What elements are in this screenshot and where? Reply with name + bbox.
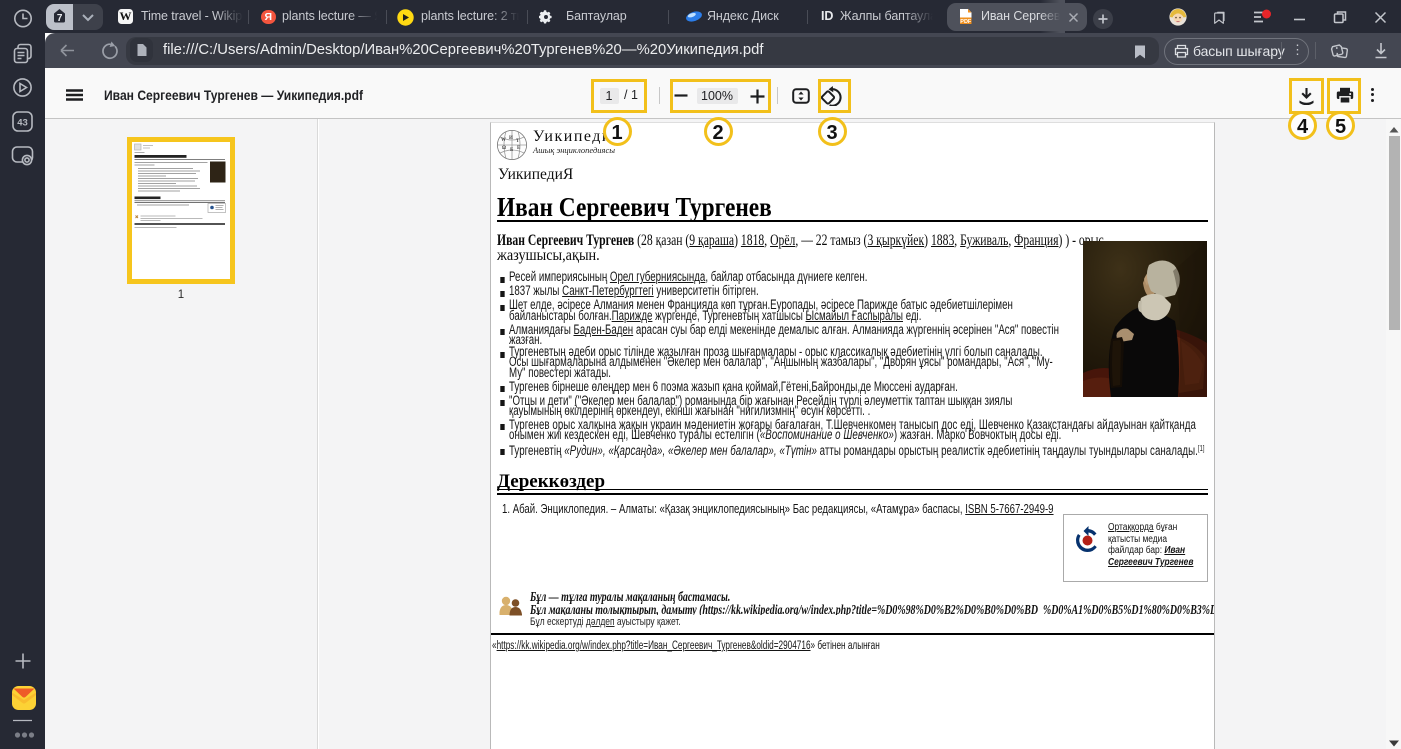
svg-text:PDF: PDF [960,19,972,25]
svg-text:Ω: Ω [502,146,506,151]
svg-text:43: 43 [17,118,28,129]
svg-text:7: 7 [57,13,63,24]
svg-text:W: W [501,138,506,143]
svg-text:И: И [509,136,513,141]
